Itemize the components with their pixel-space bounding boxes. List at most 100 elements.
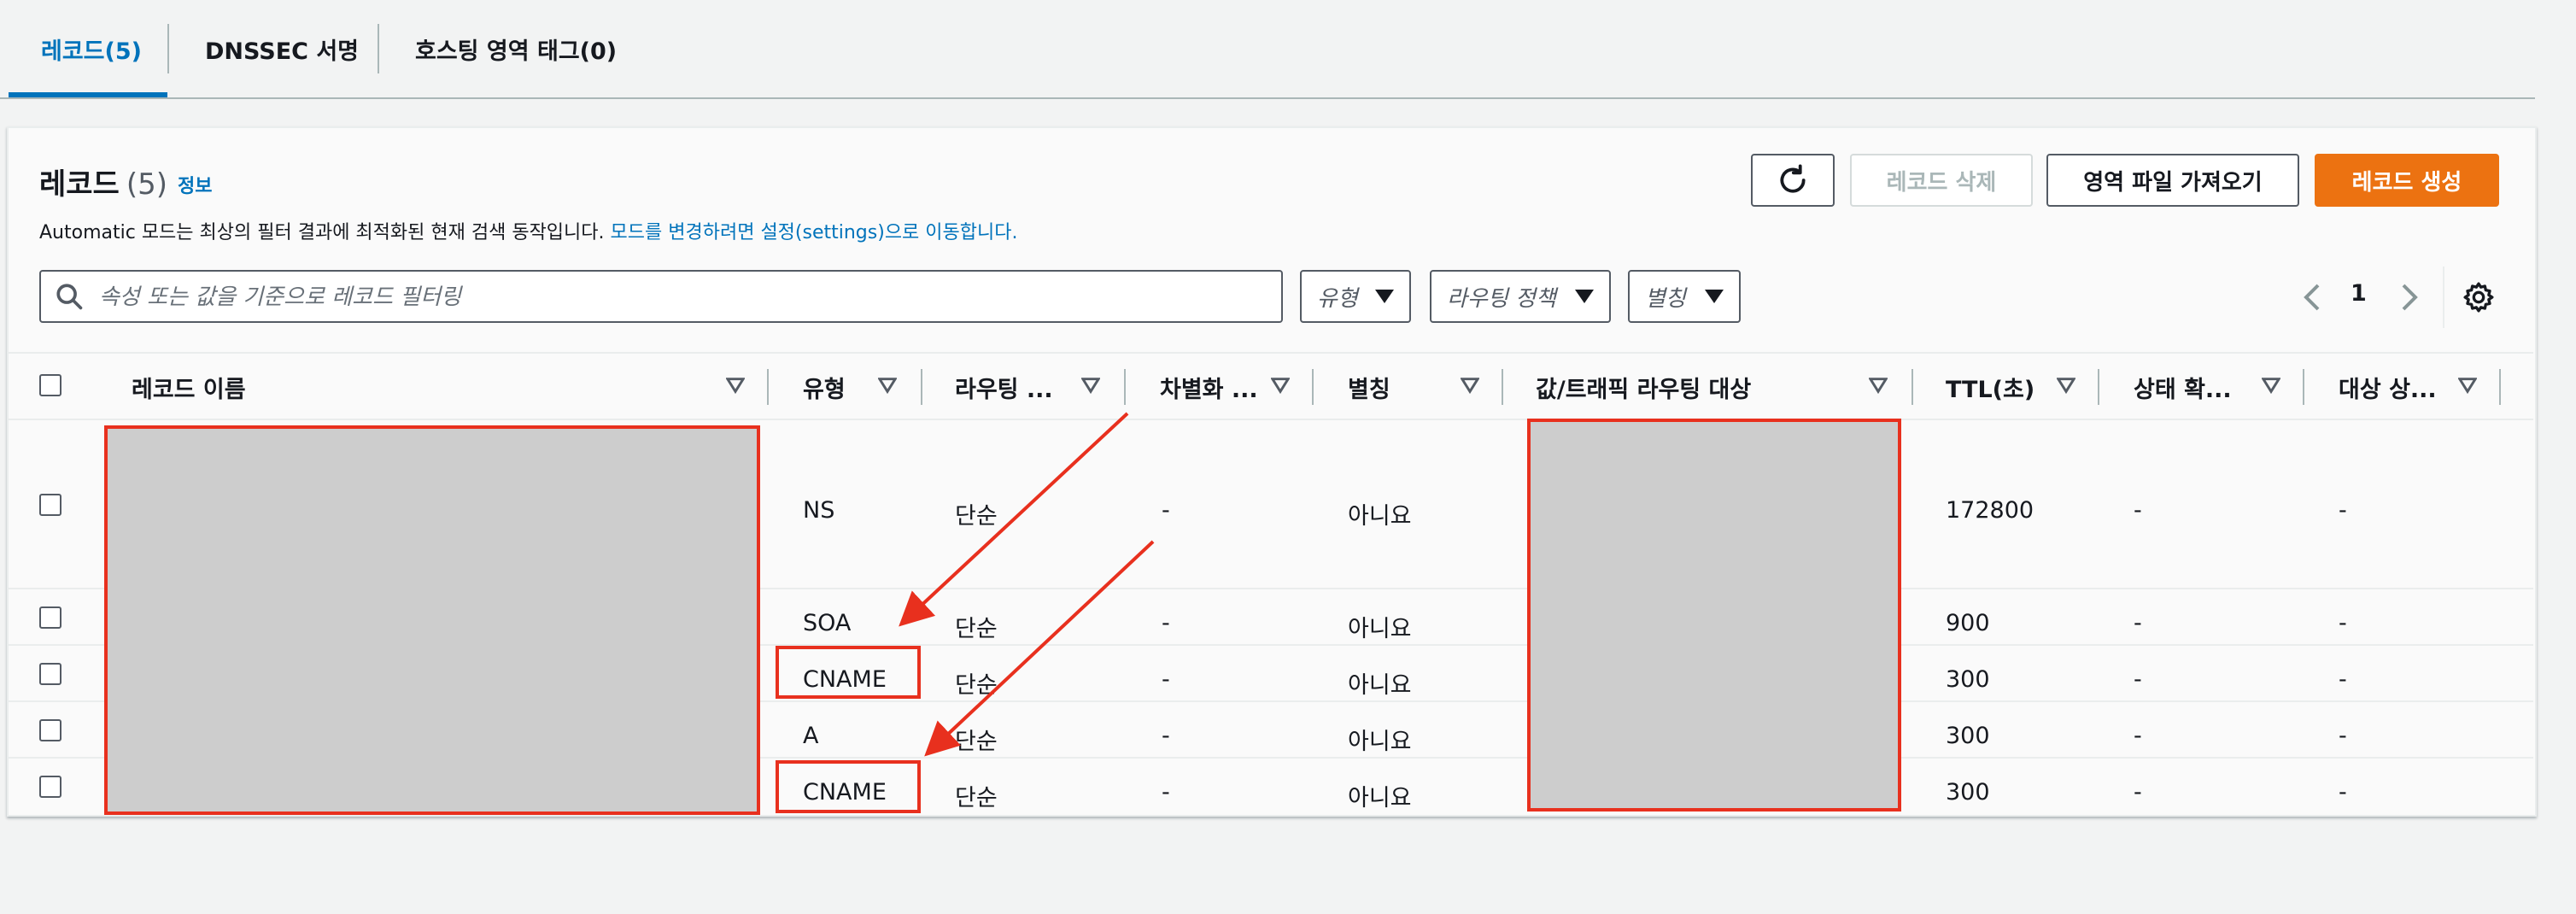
differentiator: - <box>1162 779 1170 806</box>
record-type: NS <box>803 497 835 524</box>
health-check-value: - <box>2134 666 2142 693</box>
ttl-value: 300 <box>1946 779 1990 806</box>
health-check-value: - <box>2134 779 2142 806</box>
sort-icon[interactable] <box>2057 376 2075 395</box>
column-divider[interactable] <box>1502 369 1503 405</box>
routing-policy: 단순 <box>955 503 998 530</box>
column-divider[interactable] <box>1312 369 1314 405</box>
record-count: (5) <box>126 167 168 202</box>
alias-value: 아니요 <box>1348 785 1412 811</box>
pagination-divider <box>2443 267 2444 328</box>
tab-divider <box>167 24 169 73</box>
differentiator: - <box>1162 497 1170 524</box>
import-zone-file-button[interactable]: 영역 파일 가져오기 <box>2046 154 2299 207</box>
settings-link[interactable]: 모드를 변경하려면 설정(settings)으로 이동합니다. <box>611 222 1018 243</box>
active-tab-indicator <box>9 92 167 97</box>
column-divider[interactable] <box>2499 369 2501 405</box>
column-divider[interactable] <box>2098 369 2099 405</box>
sort-icon[interactable] <box>1081 376 1100 395</box>
next-page-icon[interactable] <box>2397 282 2422 313</box>
column-header-target-health[interactable]: 대상 상... <box>2339 371 2437 404</box>
routing-policy: 단순 <box>955 729 998 755</box>
sort-icon[interactable] <box>2458 376 2477 395</box>
refresh-icon <box>1780 164 1806 193</box>
ttl-value: 900 <box>1946 610 1990 636</box>
record-type: A <box>803 723 819 749</box>
caret-down-icon <box>1575 290 1594 303</box>
redacted-record-values <box>1527 419 1901 811</box>
column-divider[interactable] <box>1124 369 1126 405</box>
previous-page-icon[interactable] <box>2299 282 2325 313</box>
gear-icon[interactable] <box>2462 280 2496 314</box>
tab-tags[interactable]: 호스팅 영역 태그(0) <box>415 32 617 66</box>
column-header-record-name[interactable]: 레코드 이름 <box>132 371 246 404</box>
column-divider[interactable] <box>921 369 922 405</box>
info-link[interactable]: 정보 <box>178 171 212 198</box>
cname-highlight-box <box>776 760 921 813</box>
target-health-value: - <box>2339 666 2347 693</box>
ttl-value: 300 <box>1946 666 1990 693</box>
ttl-value: 172800 <box>1946 497 2034 524</box>
ttl-value: 300 <box>1946 723 1990 749</box>
type-filter-dropdown[interactable]: 유형 <box>1300 270 1411 323</box>
record-filter[interactable] <box>39 270 1283 323</box>
table-header-top-border <box>7 352 2533 354</box>
search-icon <box>56 284 83 310</box>
row-checkbox[interactable] <box>39 606 61 629</box>
target-health-value: - <box>2339 779 2347 806</box>
health-check-value: - <box>2134 723 2142 749</box>
column-divider[interactable] <box>1912 369 1913 405</box>
delete-record-button[interactable]: 레코드 삭제 <box>1850 154 2033 207</box>
page-title: 레코드 (5) <box>39 167 168 202</box>
health-check-value: - <box>2134 610 2142 636</box>
target-health-value: - <box>2339 497 2347 524</box>
sort-icon[interactable] <box>2262 376 2280 395</box>
cname-highlight-box <box>776 646 921 699</box>
search-input[interactable] <box>97 282 1262 313</box>
row-checkbox[interactable] <box>39 776 61 798</box>
tab-divider <box>378 24 379 73</box>
row-checkbox[interactable] <box>39 663 61 685</box>
column-header-ttl[interactable]: TTL(초) <box>1946 371 2034 404</box>
tab-dnssec[interactable]: DNSSEC 서명 <box>205 32 359 66</box>
sort-icon[interactable] <box>1271 376 1290 395</box>
target-health-value: - <box>2339 723 2347 749</box>
alias-value: 아니요 <box>1348 672 1412 699</box>
column-header-health-check[interactable]: 상태 확... <box>2134 371 2232 404</box>
differentiator: - <box>1162 723 1170 749</box>
column-header-differentiator[interactable]: 차별화 ... <box>1160 371 1258 404</box>
column-header-alias[interactable]: 별칭 <box>1348 371 1390 404</box>
caret-down-icon <box>1375 290 1394 303</box>
health-check-value: - <box>2134 497 2142 524</box>
column-header-value[interactable]: 값/트래픽 라우팅 대상 <box>1536 371 1751 404</box>
alias-value: 아니요 <box>1348 503 1412 530</box>
routing-policy: 단순 <box>955 785 998 811</box>
alias-value: 아니요 <box>1348 729 1412 755</box>
redacted-record-names <box>104 425 760 815</box>
column-header-type[interactable]: 유형 <box>803 371 846 404</box>
column-divider[interactable] <box>2303 369 2304 405</box>
column-header-routing[interactable]: 라우팅 ... <box>955 371 1053 404</box>
alias-value: 아니요 <box>1348 616 1412 642</box>
refresh-button[interactable] <box>1751 154 1835 207</box>
current-page-number[interactable]: 1 <box>2351 280 2367 307</box>
routing-policy: 단순 <box>955 616 998 642</box>
sort-icon[interactable] <box>726 376 745 395</box>
caret-down-icon <box>1705 290 1724 303</box>
differentiator: - <box>1162 610 1170 636</box>
alias-filter-dropdown[interactable]: 별칭 <box>1628 270 1741 323</box>
tab-bar: 레코드(5) DNSSEC 서명 호스팅 영역 태그(0) <box>0 0 2535 99</box>
row-checkbox[interactable] <box>39 719 61 741</box>
create-record-button[interactable]: 레코드 생성 <box>2315 154 2499 207</box>
tab-records[interactable]: 레코드(5) <box>41 32 142 66</box>
differentiator: - <box>1162 666 1170 693</box>
row-checkbox[interactable] <box>39 494 61 516</box>
column-divider[interactable] <box>767 369 769 405</box>
sort-icon[interactable] <box>1461 376 1479 395</box>
sort-icon[interactable] <box>1869 376 1888 395</box>
routing-policy-filter-dropdown[interactable]: 라우팅 정책 <box>1430 270 1611 323</box>
search-mode-description: Automatic 모드는 최상의 필터 결과에 최적화된 현재 검색 동작입니… <box>39 222 1018 243</box>
table-header-bottom-border <box>7 419 2533 420</box>
select-all-checkbox[interactable] <box>39 374 61 396</box>
sort-icon[interactable] <box>878 376 897 395</box>
